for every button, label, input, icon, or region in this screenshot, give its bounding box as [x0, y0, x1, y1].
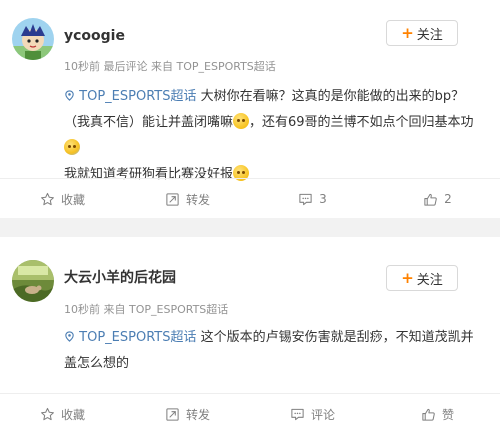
post-time: 10秒前	[64, 303, 100, 316]
fearful-face-emoji-icon	[64, 139, 80, 155]
like-count: 2	[444, 192, 452, 206]
post-source[interactable]: 来自 TOP_ESPORTS超话	[151, 60, 276, 73]
weibo-comment-card: ycoogie 10秒前 最后评论 来自 TOP_ESPORTS超话 + 关注 …	[0, 0, 500, 218]
user-avatar[interactable]	[12, 260, 54, 302]
like-button[interactable]: 2	[375, 179, 500, 219]
topic-link[interactable]: TOP_ESPORTS超话	[64, 330, 201, 345]
repost-icon	[166, 407, 179, 421]
follow-button[interactable]: + 关注	[386, 20, 458, 46]
follow-label: 关注	[416, 272, 443, 288]
action-bar: 收藏 转发 3 2	[0, 179, 500, 219]
comment-icon	[291, 408, 304, 420]
favorite-button[interactable]: 收藏	[0, 179, 125, 219]
like-label: 赞	[441, 407, 454, 422]
username[interactable]: 大云小羊的后花园	[64, 267, 176, 287]
comment-button[interactable]: 3	[250, 179, 375, 219]
post-text-2: ，还有69哥的兰博不如点个回归基本功	[249, 115, 474, 130]
post-meta: 10秒前 最后评论 来自 TOP_ESPORTS超话	[64, 58, 276, 74]
weibo-comment-card: 大云小羊的后花园 10秒前 来自 TOP_ESPORTS超话 + 关注 TOP_…	[0, 237, 500, 440]
repost-icon	[166, 192, 179, 206]
repost-button[interactable]: 转发	[125, 394, 250, 434]
post-source[interactable]: 来自 TOP_ESPORTS超话	[104, 303, 229, 316]
comment-count: 3	[319, 192, 327, 206]
repost-button[interactable]: 转发	[125, 179, 250, 219]
post-content: TOP_ESPORTS超话 这个版本的卢锡安伤害就是刮痧，不知道茂凯并盖怎么想的	[64, 325, 474, 377]
star-icon	[41, 407, 54, 420]
favorite-label: 收藏	[60, 407, 85, 422]
sweat-face-emoji-icon	[233, 113, 250, 129]
comment-label: 评论	[310, 407, 335, 422]
thumbs-up-icon	[424, 193, 437, 206]
username[interactable]: ycoogie	[64, 28, 125, 44]
action-bar: 收藏 转发 评论 赞	[0, 394, 500, 434]
repost-label: 转发	[185, 407, 210, 422]
thumbs-up-icon	[422, 408, 435, 421]
comment-button[interactable]: 评论	[250, 394, 375, 434]
like-button[interactable]: 赞	[375, 394, 500, 434]
repost-label: 转发	[185, 192, 210, 207]
last-comment-label: 最后评论	[103, 60, 148, 73]
follow-button[interactable]: + 关注	[386, 265, 458, 291]
location-pin-icon	[65, 90, 74, 101]
location-pin-icon	[65, 331, 74, 342]
star-icon	[41, 192, 54, 205]
favorite-label: 收藏	[60, 192, 85, 207]
follow-label: 关注	[416, 27, 443, 43]
plus-icon: +	[401, 24, 414, 42]
topic-label: TOP_ESPORTS超话	[79, 89, 197, 104]
post-content: TOP_ESPORTS超话 大树你在看嘛？这真的是你能做的出来的bp？（我真不信…	[64, 84, 474, 188]
plus-icon: +	[401, 269, 414, 287]
topic-label: TOP_ESPORTS超话	[79, 330, 197, 345]
user-avatar[interactable]	[12, 18, 54, 60]
comment-icon	[299, 193, 312, 205]
topic-link[interactable]: TOP_ESPORTS超话	[64, 89, 201, 104]
post-time: 10秒前	[64, 60, 100, 73]
post-meta: 10秒前 来自 TOP_ESPORTS超话	[64, 301, 228, 317]
favorite-button[interactable]: 收藏	[0, 394, 125, 434]
